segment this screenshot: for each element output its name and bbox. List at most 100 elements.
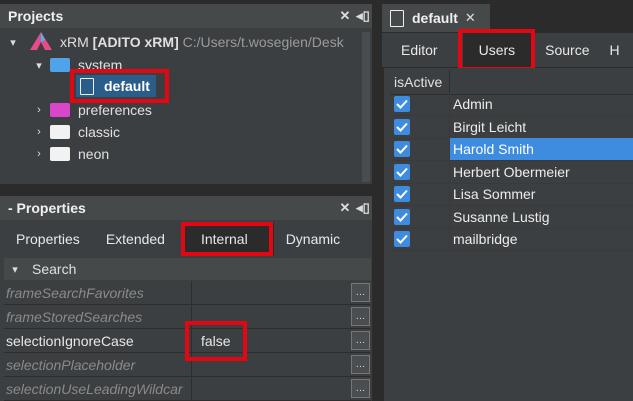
prop-row[interactable]: selectionIgnoreCase false … [4, 329, 371, 353]
chevron-right-icon[interactable]: › [32, 148, 46, 160]
table-row[interactable]: mailbridge [390, 228, 633, 251]
table-row[interactable]: Birgit Leicht [390, 116, 633, 139]
tab-source[interactable]: Source [531, 33, 601, 67]
projects-title: Projects [8, 8, 64, 24]
table-row-selected[interactable]: Harold Smith [390, 138, 633, 161]
tree-item-neon[interactable]: › neon [32, 143, 109, 165]
properties-panel: - Properties ✕ ◂▯ Properties Extended In… [0, 196, 372, 401]
chevron-down-icon[interactable]: ▾ [32, 59, 46, 72]
tree-root-xrm[interactable]: ▾ xRM [ADITO xRM] C:/Users/t.wosegien/De… [6, 31, 344, 53]
tree-item-label: default [104, 78, 150, 94]
more-icon[interactable]: … [351, 283, 370, 302]
prop-name: frameStoredSearches [4, 305, 192, 328]
editor-tabs: Editor Users Source H [382, 33, 633, 67]
checkbox-checked-icon[interactable] [394, 164, 410, 180]
checkbox-checked-icon[interactable] [394, 96, 410, 112]
prop-row[interactable]: frameStoredSearches … [4, 305, 371, 329]
tree-item-label: preferences [78, 102, 152, 118]
user-name: Harold Smith [450, 138, 633, 160]
tree-item-label: neon [78, 146, 110, 162]
root-path: C:/Users/t.wosegien/Desk [178, 34, 344, 50]
checkbox-cell [390, 116, 450, 138]
properties-tabs: Properties Extended Internal Dynamic [4, 222, 352, 256]
chevron-right-icon[interactable]: › [32, 126, 46, 138]
table-row[interactable]: Herbert Obermeier [390, 161, 633, 184]
checkbox-checked-icon[interactable] [394, 119, 410, 135]
editor-tab-title: default [412, 10, 458, 26]
close-icon[interactable]: ✕ [336, 8, 354, 24]
adito-logo-icon [30, 31, 52, 53]
chevron-down-icon[interactable]: ▾ [6, 36, 20, 49]
user-name: mailbridge [453, 231, 518, 247]
users-table-header: isActive [390, 70, 633, 95]
prop-row[interactable]: selectionPlaceholder … [4, 353, 371, 377]
tab-dynamic[interactable]: Dynamic [274, 222, 352, 256]
chevron-down-icon[interactable]: ▾ [8, 263, 22, 276]
section-label: Search [32, 261, 77, 277]
tab-label: Editor [401, 42, 438, 58]
tab-label: H [609, 42, 620, 58]
prop-name: frameSearchFavorites [4, 281, 192, 304]
prop-row[interactable]: frameSearchFavorites … [4, 281, 371, 305]
projects-panel: Projects ✕ ◂▯ ▾ xRM [ADITO xRM] C:/Users… [0, 4, 372, 184]
tree-item-preferences[interactable]: › preferences [32, 99, 152, 121]
tab-label: Source [545, 42, 590, 58]
checkbox-checked-icon[interactable] [394, 186, 410, 202]
close-icon[interactable]: ✕ [465, 10, 476, 26]
tab-label: Extended [105, 231, 165, 247]
tree-item-label: system [78, 57, 123, 73]
tree-item-system[interactable]: ▾ system [32, 54, 122, 76]
folder-icon [50, 103, 70, 117]
prop-row[interactable]: selectionUseLeadingWildcar … [4, 377, 371, 401]
tab-label: Internal [200, 231, 248, 247]
more-icon[interactable]: … [351, 331, 370, 350]
tab-properties[interactable]: Properties [4, 222, 92, 256]
checkbox-cell [390, 161, 450, 183]
prop-name: selectionUseLeadingWildcar [4, 377, 192, 400]
root-prefix: xRM [60, 34, 93, 50]
table-row[interactable]: Lisa Sommer [390, 183, 633, 206]
prop-name: selectionIgnoreCase [4, 329, 192, 352]
more-icon[interactable]: … [351, 307, 370, 326]
prop-value[interactable]: false [192, 333, 351, 349]
checkbox-cell [390, 228, 450, 250]
minimize-panel-icon[interactable]: ◂▯ [354, 8, 372, 24]
tree-item-default[interactable]: default [76, 75, 156, 97]
properties-titlebar: - Properties ✕ ◂▯ [0, 196, 372, 220]
more-icon[interactable]: … [351, 355, 370, 374]
table-row[interactable]: Susanne Lustig [390, 206, 633, 229]
checkbox-cell [390, 183, 450, 205]
projects-scrollbar[interactable] [362, 32, 370, 182]
more-icon[interactable]: … [351, 379, 370, 398]
editor-file-tab[interactable]: default ✕ [382, 4, 490, 32]
column-header-isactive[interactable]: isActive [390, 70, 450, 94]
prop-name: selectionPlaceholder [4, 353, 192, 376]
checkbox-cell [390, 206, 450, 228]
checkbox-checked-icon[interactable] [394, 209, 410, 225]
user-name: Susanne Lustig [453, 209, 550, 225]
projects-titlebar: Projects ✕ ◂▯ [0, 4, 372, 28]
close-icon[interactable]: ✕ [336, 200, 354, 216]
checkbox-cell [390, 93, 450, 115]
minimize-panel-icon[interactable]: ◂▯ [354, 200, 372, 216]
section-search[interactable]: ▾ Search [4, 258, 371, 280]
tab-internal[interactable]: Internal [182, 222, 274, 256]
file-icon [80, 77, 94, 95]
table-row[interactable]: Admin [390, 93, 633, 116]
file-icon [390, 9, 404, 27]
tab-users[interactable]: Users [462, 33, 532, 67]
checkbox-cell [390, 138, 450, 160]
user-name: Admin [453, 96, 493, 112]
tab-label: Dynamic [285, 231, 341, 247]
tab-overflow[interactable]: H [602, 33, 628, 67]
folder-icon [50, 58, 70, 72]
tab-editor[interactable]: Editor [382, 33, 457, 67]
tree-item-label: classic [78, 124, 121, 140]
properties-title: - Properties [8, 200, 86, 216]
tab-extended[interactable]: Extended [92, 222, 177, 256]
chevron-right-icon[interactable]: › [32, 104, 46, 116]
tree-item-classic[interactable]: › classic [32, 121, 120, 143]
checkbox-checked-icon[interactable] [394, 141, 410, 157]
checkbox-checked-icon[interactable] [394, 231, 410, 247]
user-name: Herbert Obermeier [453, 164, 570, 180]
